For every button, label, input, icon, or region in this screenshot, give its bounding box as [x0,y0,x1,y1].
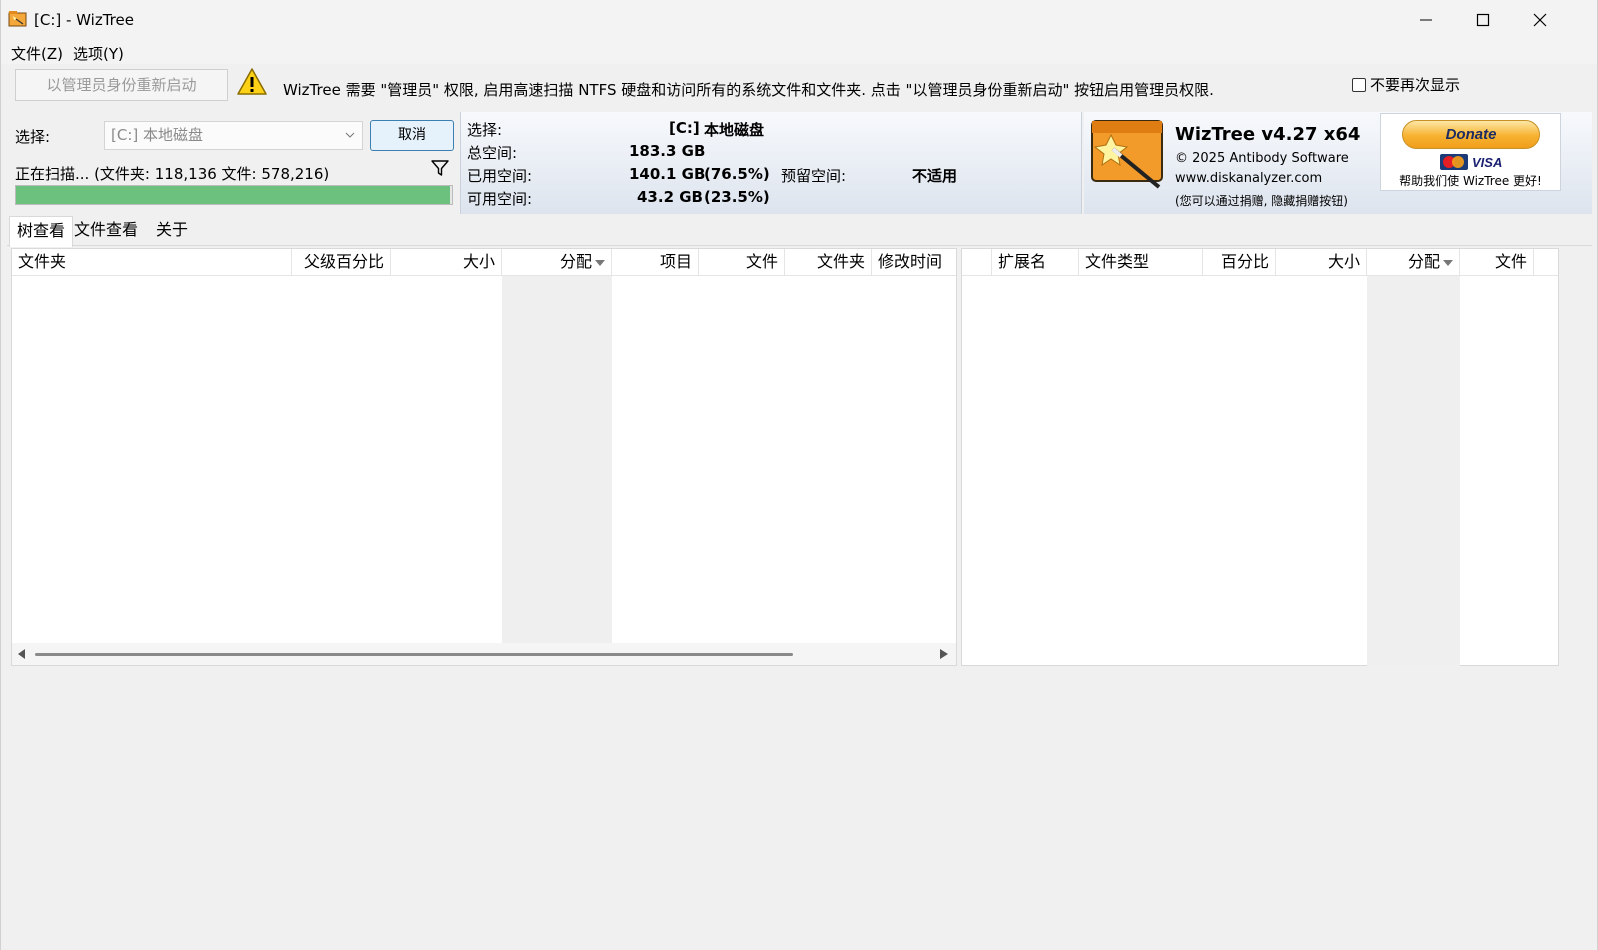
donate-help-text: 帮助我们使 WizTree 更好! [1399,174,1542,188]
drive-select-value: [C:] 本地磁盘 [111,126,203,144]
app-version-title: WizTree v4.27 x64 [1175,124,1361,145]
menu-options[interactable]: 选项(Y) [73,43,124,64]
reserved-space-label: 预留空间: [781,167,847,185]
scan-progress-bar [15,185,453,205]
total-space-value: 183.3 GB [629,142,706,160]
col-folder[interactable]: 文件夹 [12,249,292,276]
drive-select[interactable]: [C:] 本地磁盘 [104,121,363,150]
info-panel: 选择: [C:] 本地磁盘 取消 正在扫描... (文件夹: 118,136 文… [7,112,1592,214]
donate-button[interactable]: Donate [1402,120,1540,149]
scroll-right-icon[interactable] [940,649,948,659]
window-title: [C:] - WizTree [34,11,134,29]
col-allocated-label: 分配 [559,252,592,271]
col-modified[interactable]: 修改时间 [872,249,956,276]
tree-table-header: 文件夹 父级百分比 大小 分配 项目 文件 文件夹 修改时间 [12,249,956,276]
folder-tree-table[interactable]: 文件夹 父级百分比 大小 分配 项目 文件 文件夹 修改时间 [11,248,957,666]
menu-bar: 文件(Z) 选项(Y) [1,40,1597,64]
wiztree-logo-icon [1091,120,1163,189]
close-icon [1533,13,1547,27]
visa-icon: VISA [1472,154,1503,170]
scan-status: 正在扫描... (文件夹: 118,136 文件: 578,216) [15,165,330,183]
col-ext-allocated[interactable]: 分配 [1367,249,1460,276]
minimize-button[interactable] [1397,0,1455,40]
wiztree-window: [C:] - WizTree 文件(Z) 选项(Y) 以管理员身份重新启动 Wi… [0,0,1598,950]
used-space-percent: (76.5%) [704,165,770,183]
used-space-label: 已用空间: [467,167,533,185]
filter-icon[interactable] [430,158,450,178]
warning-icon [237,68,267,95]
website-link[interactable]: www.diskanalyzer.com [1175,171,1322,186]
drive-letter: [C:] [669,119,700,137]
donate-box: Donate VISA 帮助我们使 WizTree 更好! [1380,113,1561,191]
free-space-label: 可用空间: [467,190,533,208]
drive-name: 本地磁盘 [704,121,765,139]
free-space-value: 43.2 GB [637,188,703,206]
tab-tree-view[interactable]: 树查看 [9,216,74,247]
copyright-text: © 2025 Antibody Software [1175,151,1349,166]
maximize-icon [1476,13,1490,27]
col-folders[interactable]: 文件夹 [785,249,872,276]
scan-progress-fill [16,186,450,204]
dont-show-label: 不要再次显示 [1370,76,1461,94]
alloc-column-shade [502,276,612,645]
about-box: WizTree v4.27 x64 © 2025 Antibody Softwa… [1084,112,1592,214]
col-ext-size[interactable]: 大小 [1276,249,1367,276]
extension-table[interactable]: 扩展名 文件类型 百分比 大小 分配 文件 [961,248,1559,666]
col-allocated[interactable]: 分配 [502,249,612,276]
col-file-type[interactable]: 文件类型 [1079,249,1203,276]
horizontal-scrollbar[interactable] [12,643,956,665]
tab-about[interactable]: 关于 [149,216,195,246]
scroll-left-icon[interactable] [18,649,26,659]
payment-cards: VISA [1440,154,1502,170]
scrollbar-thumb[interactable] [35,653,793,656]
col-extension[interactable]: 扩展名 [992,249,1079,276]
close-button[interactable] [1511,0,1569,40]
mastercard-icon [1440,154,1468,170]
col-parent-percent[interactable]: 父级百分比 [292,249,391,276]
col-percent[interactable]: 百分比 [1203,249,1276,276]
reserved-space-value: 不适用 [912,167,958,185]
tab-file-view[interactable]: 文件查看 [67,216,145,246]
minimize-icon [1420,19,1432,21]
maximize-button[interactable] [1454,0,1512,40]
admin-notice-bar: 以管理员身份重新启动 WizTree 需要 "管理员" 权限, 启用高速扫描 N… [7,66,1592,110]
col-files[interactable]: 文件 [699,249,785,276]
restart-as-admin-button[interactable]: 以管理员身份重新启动 [15,69,228,101]
donation-note: (您可以通过捐赠, 隐藏捐赠按钮) [1175,194,1348,208]
view-tabs: 树查看 文件查看 关于 [7,216,1592,247]
total-space-label: 总空间: [467,144,518,162]
select-label: 选择: [15,128,51,146]
checkbox-box[interactable] [1352,77,1366,92]
cancel-button[interactable]: 取消 [370,120,454,151]
sort-desc-icon [1443,259,1453,266]
used-space-value: 140.1 GB [629,165,706,183]
chevron-down-icon [345,132,355,138]
dont-show-again-checkbox[interactable]: 不要再次显示 [1352,74,1460,95]
ext-table-header: 扩展名 文件类型 百分比 大小 分配 文件 [962,249,1558,276]
sort-desc-icon [595,259,605,266]
menu-file[interactable]: 文件(Z) [11,43,63,64]
col-color[interactable] [962,249,992,276]
wiztree-app-icon [8,11,27,27]
drive-stats: 选择: [C:] 本地磁盘 总空间: 183.3 GB 已用空间: 140.1 … [460,112,1082,214]
col-ext-allocated-label: 分配 [1407,252,1440,271]
free-space-percent: (23.5%) [704,188,770,206]
col-size[interactable]: 大小 [391,249,502,276]
ext-alloc-column-shade [1367,276,1460,666]
col-ext-files[interactable]: 文件 [1460,249,1534,276]
admin-message: WizTree 需要 "管理员" 权限, 启用高速扫描 NTFS 硬盘和访问所有… [283,81,1214,99]
col-items[interactable]: 项目 [612,249,699,276]
scan-box: 选择: [C:] 本地磁盘 取消 正在扫描... (文件夹: 118,136 文… [7,112,458,214]
title-bar: [C:] - WizTree [1,0,1597,40]
stats-select-label: 选择: [467,121,503,139]
